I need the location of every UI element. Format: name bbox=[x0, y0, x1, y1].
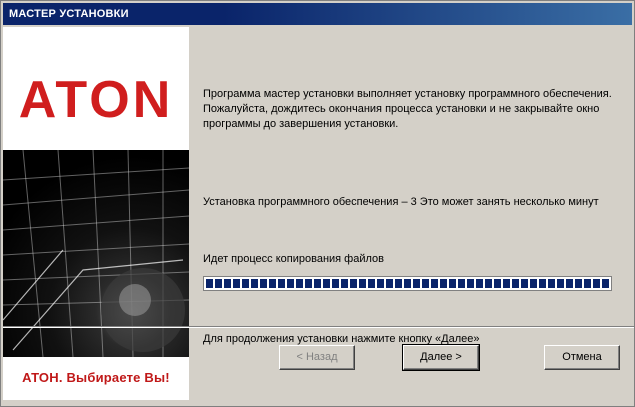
progress-bar bbox=[203, 276, 612, 291]
progress-fill bbox=[206, 279, 609, 288]
status-text: Установка программного обеспечения – 3 Э… bbox=[203, 196, 599, 208]
installer-window: МАСТЕР УСТАНОВКИ ATON АТОН. Выбираете Вы… bbox=[0, 0, 635, 407]
back-button[interactable]: < Назад bbox=[279, 345, 355, 370]
hint-text: Для продолжения установки нажмите кнопку… bbox=[203, 333, 480, 345]
next-button[interactable]: Далее > bbox=[402, 344, 480, 371]
separator bbox=[3, 326, 634, 328]
cancel-button[interactable]: Отмена bbox=[544, 345, 620, 370]
description-text: Программа мастер установки выполняет уст… bbox=[203, 88, 612, 130]
left-panel: ATON АТОН. Выбираете Вы! bbox=[3, 27, 189, 400]
aton-logo: ATON bbox=[19, 71, 174, 129]
brand-caption: АТОН. Выбираете Вы! bbox=[22, 370, 170, 385]
svg-text:ATON: ATON bbox=[19, 71, 174, 129]
window-title: МАСТЕР УСТАНОВКИ bbox=[3, 3, 632, 25]
progress-label: Идет процесс копирования файлов bbox=[203, 253, 384, 265]
button-row: < Назад Далее > Отмена bbox=[189, 344, 634, 381]
